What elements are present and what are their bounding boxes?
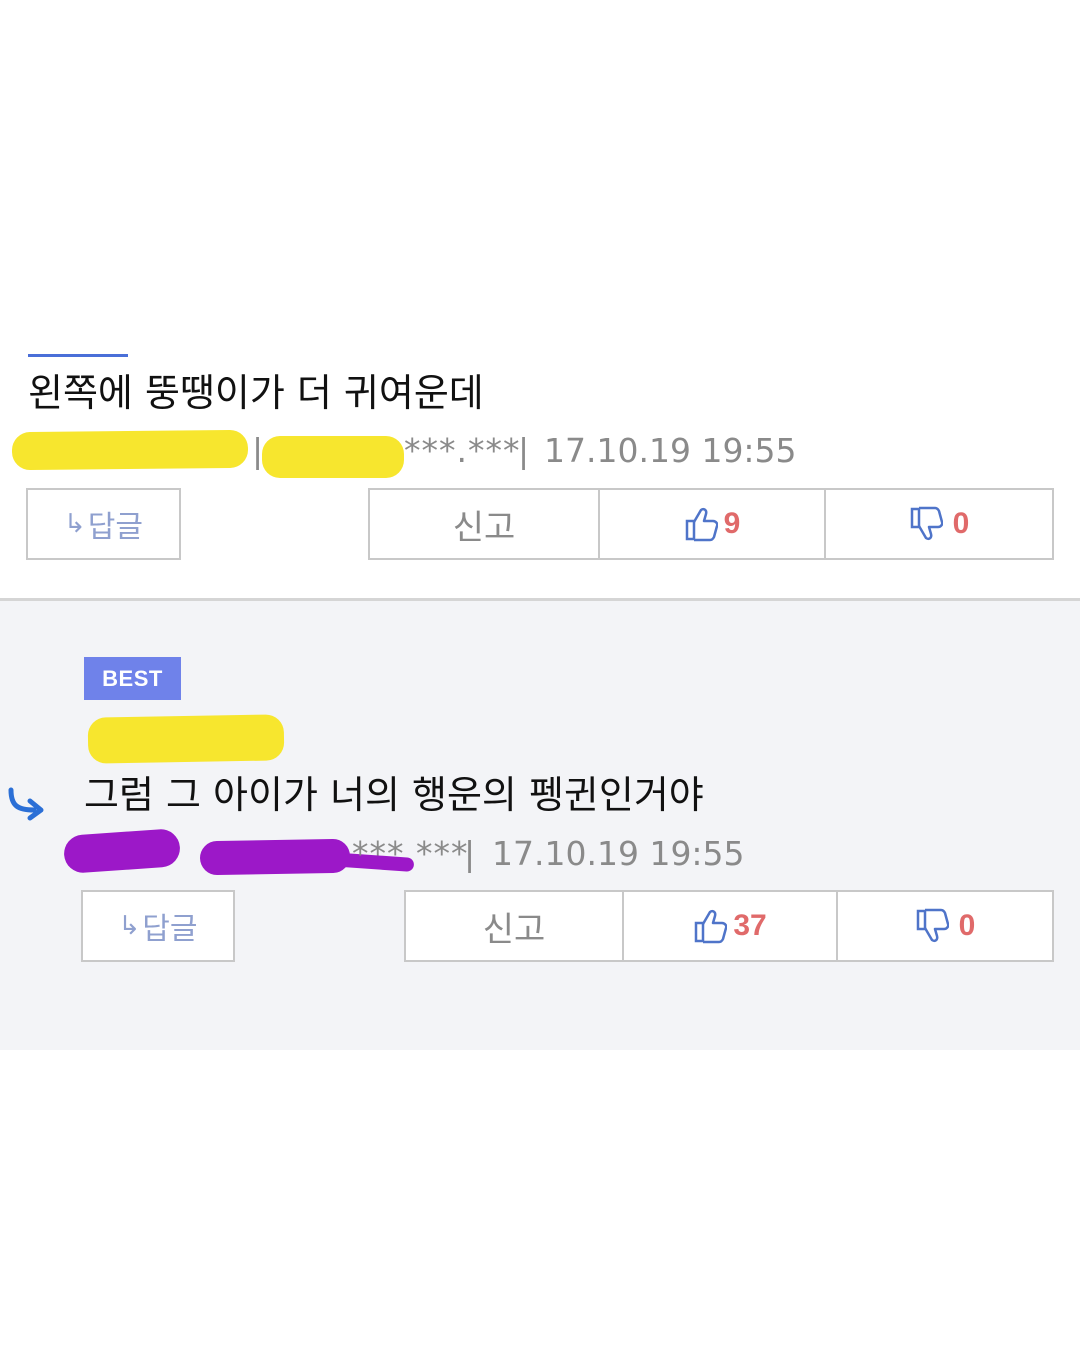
thumbs-up-icon xyxy=(684,506,718,542)
comment-text: 그럼 그 아이가 너의 행운의 펭귄인거야 xyxy=(84,773,704,817)
meta-separator: | xyxy=(464,834,476,873)
comment-datetime: 17.10.19 19:55 xyxy=(544,431,797,470)
reply-arrow-icon: ↳ xyxy=(118,911,141,941)
like-count: 9 xyxy=(723,507,741,540)
comment-top-accent-line xyxy=(28,354,128,357)
comment-text: 왼쪽에 뚱땡이가 더 귀여운데 xyxy=(28,371,484,415)
curved-reply-arrow-icon xyxy=(6,786,46,826)
comment-datetime: 17.10.19 19:55 xyxy=(492,834,745,873)
report-button[interactable]: 신고 xyxy=(368,488,600,560)
redacted-author-id xyxy=(262,436,404,478)
reply-button[interactable]: ↳ 답글 xyxy=(26,488,181,560)
like-count: 37 xyxy=(733,909,767,942)
dislike-button[interactable]: 0 xyxy=(836,890,1054,962)
best-badge: BEST xyxy=(84,657,181,700)
thumbs-down-icon xyxy=(909,506,943,542)
reply-label: 답글 xyxy=(142,912,198,947)
reply-label: 답글 xyxy=(87,510,143,545)
masked-ip: ***.*** xyxy=(404,431,521,470)
report-label: 신고 xyxy=(482,909,546,950)
thumbs-up-icon xyxy=(693,908,728,944)
report-button[interactable]: 신고 xyxy=(404,890,624,962)
like-button[interactable]: 9 xyxy=(598,488,826,560)
dislike-button[interactable]: 0 xyxy=(824,488,1054,560)
meta-separator: | xyxy=(518,431,530,470)
report-label: 신고 xyxy=(452,507,516,548)
redacted-author-name xyxy=(11,429,249,471)
like-button[interactable]: 37 xyxy=(622,890,838,962)
masked-ip: *** *** xyxy=(352,834,469,873)
thumbs-down-icon xyxy=(915,908,949,944)
reply-button[interactable]: ↳ 답글 xyxy=(81,890,235,962)
redacted-author-name xyxy=(62,828,182,874)
dislike-count: 0 xyxy=(952,507,970,540)
redacted-author-name xyxy=(87,714,285,764)
reply-arrow-icon: ↳ xyxy=(64,509,86,539)
dislike-count: 0 xyxy=(958,909,976,942)
